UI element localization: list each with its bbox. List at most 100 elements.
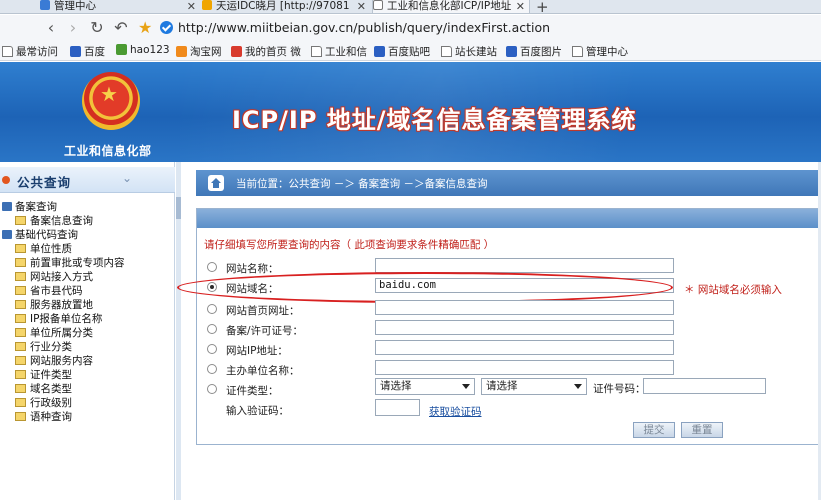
weibo-icon — [231, 46, 242, 57]
get-vcode-link[interactable]: 获取验证码 — [429, 404, 482, 419]
bookmark-star-icon[interactable]: ★ — [138, 18, 152, 37]
page-icon — [572, 46, 583, 57]
tree-item[interactable]: 单位性质 — [15, 243, 72, 255]
chevron-down-icon — [462, 384, 470, 389]
new-tab-icon[interactable]: + — [536, 0, 549, 13]
cert-type-select[interactable]: 请选择 — [375, 378, 475, 395]
doc-icon — [15, 342, 26, 351]
tab-favicon-icon — [40, 0, 50, 10]
site-name-input[interactable] — [375, 258, 674, 273]
bookmark-item[interactable]: 我的首页 微 — [231, 44, 301, 59]
close-icon[interactable]: ✕ — [187, 0, 196, 13]
site-header-banner: ★ 工业和信息化部 ICP/IP 地址/域名信息备案管理系统 — [0, 62, 821, 162]
tab-title: 天运IDC晓月 [http://97081 — [216, 0, 350, 12]
address-bar[interactable]: http://www.miitbeian.gov.cn/publish/quer… — [178, 20, 550, 35]
tree-item[interactable]: 行政级别 — [15, 397, 72, 409]
sidebar-title: 公共查询 — [17, 175, 72, 190]
tab-title: 工业和信息化部ICP/IP地址 — [387, 0, 512, 12]
bookmark-label: 站长建站 — [455, 46, 497, 58]
radio-license[interactable] — [207, 324, 217, 334]
left-sidebar: 公共查询 ⌄ 备案查询 备案信息查询 基础代码查询 单位性质 前置审批或专项内容… — [0, 162, 175, 500]
license-input[interactable] — [375, 320, 674, 335]
bookmark-item[interactable]: 百度图片 — [506, 44, 562, 59]
radio-site-ip[interactable] — [207, 344, 217, 354]
page-icon — [373, 0, 383, 10]
tree-item-beian-info[interactable]: 备案信息查询 — [15, 215, 93, 227]
tree-item[interactable]: 语种查询 — [15, 411, 72, 423]
tree-item-label: 证件类型 — [30, 369, 72, 381]
doc-icon — [15, 356, 26, 365]
tree-item[interactable]: 网站接入方式 — [15, 271, 93, 283]
bookmark-item[interactable]: hao123 — [116, 44, 170, 56]
cert-number-input[interactable] — [643, 378, 766, 394]
tree-item[interactable]: 单位所属分类 — [15, 327, 93, 339]
sidebar-splitter[interactable] — [176, 162, 181, 500]
home-icon[interactable] — [208, 175, 224, 191]
radio-homepage[interactable] — [207, 304, 217, 314]
query-form-panel: 请仔细填写您所要查询的内容（ 此项查询要求条件精确匹配 ） 网站名称： 网站域名… — [177, 208, 821, 445]
chevron-down-icon — [574, 384, 582, 389]
forward-icon[interactable]: › — [64, 19, 82, 37]
tree-item[interactable]: 前置审批或专项内容 — [15, 257, 125, 269]
cert-subtype-select[interactable]: 请选择 — [481, 378, 587, 395]
tree-item[interactable]: 服务器放置地 — [15, 299, 93, 311]
tree-group-beian[interactable]: 备案查询 — [2, 201, 57, 213]
bookmark-label: 最常访问 — [16, 46, 58, 58]
browser-tab-3-active[interactable]: 工业和信息化部ICP/IP地址 ✕ — [372, 0, 530, 13]
radio-organizer[interactable] — [207, 364, 217, 374]
splitter-handle[interactable] — [176, 197, 181, 219]
radio-site-name[interactable] — [207, 262, 217, 272]
site-ip-input[interactable] — [375, 340, 674, 355]
browser-tab-1[interactable]: 管理中心 ✕ — [40, 0, 200, 13]
select-value: 请选择 — [486, 380, 518, 392]
paw-icon — [506, 46, 517, 57]
paw-icon — [70, 46, 81, 57]
organizer-input[interactable] — [375, 360, 674, 375]
tree-item[interactable]: IP报备单位名称 — [15, 313, 102, 325]
browser-tab-2[interactable]: 天运IDC晓月 [http://97081 ✕ — [202, 0, 370, 13]
undo-icon[interactable]: ↶ — [112, 19, 130, 37]
tree-item-label: 行政级别 — [30, 397, 72, 409]
bullet-icon — [2, 176, 10, 184]
reset-button[interactable]: 重置 — [681, 422, 723, 438]
radio-cert-type[interactable] — [207, 384, 217, 394]
bookmark-item[interactable]: 站长建站 — [441, 44, 497, 59]
page-icon — [2, 46, 13, 57]
tree-item[interactable]: 证件类型 — [15, 369, 72, 381]
tree-item-label: 服务器放置地 — [30, 299, 93, 311]
chevron-down-icon[interactable]: ⌄ — [122, 171, 132, 185]
bookmark-item[interactable]: 管理中心 — [572, 44, 628, 59]
tree-item[interactable]: 域名类型 — [15, 383, 72, 395]
close-icon[interactable]: ✕ — [516, 0, 525, 13]
vcode-input[interactable] — [375, 399, 420, 416]
reload-icon[interactable]: ↻ — [88, 19, 106, 37]
tree-group-base-code[interactable]: 基础代码查询 — [2, 229, 78, 241]
bookmark-item[interactable]: 淘宝网 — [176, 44, 222, 59]
tree-item[interactable]: 省市县代码 — [15, 285, 83, 297]
browser-tab-strip: 管理中心 ✕ 天运IDC晓月 [http://97081 ✕ 工业和信息化部IC… — [0, 0, 821, 14]
sidebar-header[interactable]: 公共查询 ⌄ — [0, 167, 175, 193]
form-hint: 请仔细填写您所要查询的内容（ 此项查询要求条件精确匹配 ） — [204, 239, 495, 251]
label-vcode: 输入验证码： — [226, 405, 289, 417]
label-cert-type: 证件类型： — [226, 385, 279, 397]
panel-header — [197, 209, 820, 228]
homepage-input[interactable] — [375, 300, 674, 315]
page-icon — [441, 46, 452, 57]
tab-favicon-icon — [202, 0, 212, 10]
bookmark-item[interactable]: 最常访问 — [2, 44, 58, 59]
tree-item[interactable]: 网站服务内容 — [15, 355, 93, 367]
doc-icon — [15, 286, 26, 295]
close-icon[interactable]: ✕ — [357, 0, 366, 13]
tree-item[interactable]: 行业分类 — [15, 341, 72, 353]
tree-item-label: 行业分类 — [30, 341, 72, 353]
bookmark-item[interactable]: 百度贴吧 — [374, 44, 430, 59]
bookmark-item[interactable]: 百度 — [70, 44, 105, 59]
tree-item-label: IP报备单位名称 — [30, 313, 103, 325]
back-icon[interactable]: ‹ — [42, 19, 60, 37]
breadcrumb: 当前位置：公共查询 －＞ 备案查询 －＞备案信息查询 — [196, 170, 821, 196]
domain-required-note: ＊ 网站域名必须输入 — [684, 284, 782, 296]
submit-button[interactable]: 提交 — [633, 422, 675, 438]
bookmark-item[interactable]: 工业和信 — [311, 44, 367, 59]
browser-toolbar: ‹ › ↻ ↶ ★ http://www.miitbeian.gov.cn/pu… — [0, 15, 821, 42]
national-emblem-icon: ★ — [82, 72, 140, 130]
